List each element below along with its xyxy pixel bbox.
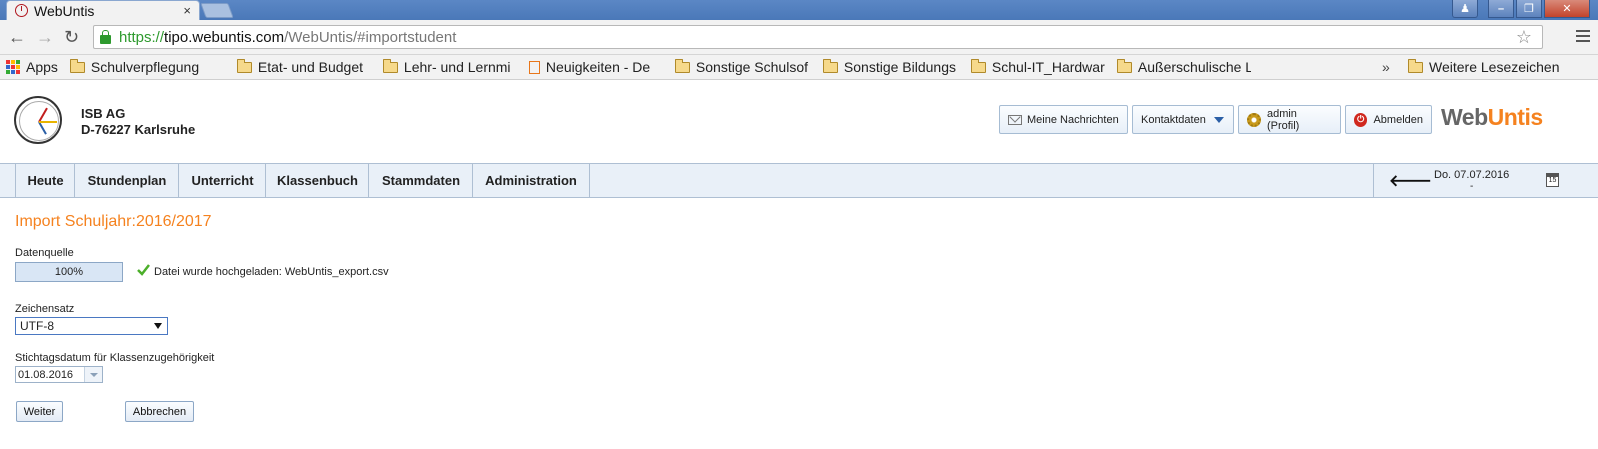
chevron-down-icon xyxy=(1213,116,1224,123)
back-arrow-icon[interactable]: ← xyxy=(8,28,26,46)
gear-icon xyxy=(1247,112,1261,127)
profile-button[interactable]: admin (Profil) xyxy=(1238,105,1341,134)
mail-icon xyxy=(1008,114,1022,125)
menu-item-stammdaten[interactable]: Stammdaten xyxy=(368,164,473,197)
bookmark-folder[interactable]: Sonstige Bildungs xyxy=(822,59,959,75)
bookmark-label: Schul-IT_Hardwar xyxy=(991,59,1105,75)
current-date-sub: - xyxy=(1470,181,1474,192)
url-scheme: https:// xyxy=(119,28,165,46)
bookmark-label: Außerschulische L xyxy=(1137,59,1251,75)
folder-icon xyxy=(1408,58,1423,73)
source-label: Datenquelle xyxy=(15,247,74,259)
new-tab-button[interactable] xyxy=(200,3,234,18)
url-path: /WebUntis/#importstudent xyxy=(284,28,457,46)
bookmark-folder[interactable]: Sonstige Schulsof xyxy=(674,59,811,75)
browser-titlebar: WebUntis × ♟ – ❐ ✕ xyxy=(0,0,1598,20)
lock-icon xyxy=(100,29,111,44)
reference-date-input[interactable]: 01.08.2016 xyxy=(15,366,103,383)
chevron-down-icon xyxy=(154,323,162,329)
reference-date-value: 01.08.2016 xyxy=(18,368,74,381)
main-menu-bar: Heute Stundenplan Unterricht Klassenbuch… xyxy=(0,163,1598,198)
progress-text: 100% xyxy=(54,266,84,278)
bookmarks-bar: Apps Schulverpflegung Etat- und Budget L… xyxy=(0,55,1598,80)
bookmark-folder[interactable]: Außerschulische L xyxy=(1116,59,1251,75)
forward-arrow-icon[interactable]: → xyxy=(36,28,54,46)
clock-favicon-icon xyxy=(15,4,28,17)
maximize-button[interactable]: ❐ xyxy=(1516,0,1542,18)
apps-icon xyxy=(6,60,20,74)
school-name: ISB AG xyxy=(81,106,126,121)
bookmark-page[interactable]: Neuigkeiten - De xyxy=(528,59,663,75)
folder-icon xyxy=(382,59,398,73)
menu-item-heute[interactable]: Heute xyxy=(15,164,75,197)
menu-item-stundenplan[interactable]: Stundenplan xyxy=(74,164,179,197)
contact-label: Kontaktdaten xyxy=(1141,113,1206,126)
bookmarks-overflow-chevron-icon[interactable]: » xyxy=(1382,59,1390,75)
tab-title: WebUntis xyxy=(34,2,95,19)
browser-menu-icon[interactable] xyxy=(1576,30,1590,45)
bookmark-label: Apps xyxy=(26,59,58,75)
school-city: D-76227 Karlsruhe xyxy=(81,122,196,137)
next-button[interactable]: Weiter xyxy=(16,401,63,422)
folder-icon xyxy=(69,59,85,73)
calendar-icon[interactable]: 15 xyxy=(1546,173,1559,187)
profile-label: admin (Profil) xyxy=(1266,107,1300,132)
menu-item-administration[interactable]: Administration xyxy=(472,164,590,197)
reference-date-label: Stichtagsdatum für Klassenzugehörigkeit xyxy=(15,352,215,364)
bookmark-label: Neuigkeiten - De xyxy=(545,59,651,75)
folder-icon xyxy=(674,59,690,73)
folder-icon xyxy=(236,59,252,73)
bookmark-other-folder[interactable]: Weitere Lesezeichen xyxy=(1408,58,1560,75)
school-clock-logo-icon xyxy=(14,96,62,144)
bookmark-folder[interactable]: Schulverpflegung xyxy=(69,59,225,75)
bookmark-label: Sonstige Bildungs xyxy=(843,59,956,75)
bookmark-folder[interactable]: Lehr- und Lernmi xyxy=(382,59,517,75)
address-bar[interactable]: https:// tipo.webuntis.com /WebUntis/#im… xyxy=(93,25,1543,49)
upload-status-message: Datei wurde hochgeladen: WebUntis_export… xyxy=(154,266,389,278)
folder-icon xyxy=(1116,59,1132,73)
bookmark-folder[interactable]: Schul-IT_Hardwar xyxy=(970,59,1105,75)
messages-label: Meine Nachrichten xyxy=(1027,113,1119,126)
minimize-button[interactable]: – xyxy=(1488,0,1514,18)
bookmark-label: Lehr- und Lernmi xyxy=(403,59,511,75)
webuntis-brand-logo: WebUntis xyxy=(1441,104,1543,130)
charset-select[interactable]: UTF-8 xyxy=(15,317,168,335)
bookmark-label: Weitere Lesezeichen xyxy=(1429,59,1560,75)
url-host: tipo.webuntis.com xyxy=(164,28,285,46)
menu-item-unterricht[interactable]: Unterricht xyxy=(178,164,266,197)
folder-icon xyxy=(970,59,986,73)
window-controls: ♟ – ❐ ✕ xyxy=(1452,0,1590,18)
bookmark-apps[interactable]: Apps xyxy=(6,59,58,75)
messages-button[interactable]: Meine Nachrichten xyxy=(999,105,1128,134)
contact-data-button[interactable]: Kontaktdaten xyxy=(1132,105,1234,134)
menu-item-klassenbuch[interactable]: Klassenbuch xyxy=(265,164,369,197)
bookmark-label: Schulverpflegung xyxy=(90,59,200,75)
date-navigator: 🡐 Do. 07.07.2016 - 15 xyxy=(1373,164,1598,197)
user-profile-icon[interactable]: ♟ xyxy=(1452,0,1478,18)
back-arrow-icon[interactable]: 🡐 xyxy=(1389,170,1432,191)
charset-value: UTF-8 xyxy=(20,319,54,333)
bookmark-star-icon[interactable]: ☆ xyxy=(1516,27,1532,48)
logout-label: Abmelden xyxy=(1373,113,1423,126)
logout-button[interactable]: ⏻ Abmelden xyxy=(1345,105,1432,134)
browser-tab[interactable]: WebUntis × xyxy=(6,0,200,20)
tab-close-icon[interactable]: × xyxy=(183,3,191,18)
browser-toolbar: ← → ↻ https:// tipo.webuntis.com /WebUnt… xyxy=(0,20,1598,55)
charset-label: Zeichensatz xyxy=(15,303,75,315)
bookmark-folder[interactable]: Etat- und Budget xyxy=(236,59,371,75)
bookmark-label: Etat- und Budget xyxy=(257,59,363,75)
cancel-button[interactable]: Abbrechen xyxy=(125,401,194,422)
reload-icon[interactable]: ↻ xyxy=(64,28,79,46)
folder-icon xyxy=(822,59,838,73)
close-window-button[interactable]: ✕ xyxy=(1544,0,1590,18)
current-date: Do. 07.07.2016 xyxy=(1434,169,1510,181)
date-dropdown-chevron-icon[interactable] xyxy=(84,367,102,382)
checkmark-icon xyxy=(137,264,150,276)
page-icon xyxy=(528,60,540,74)
page-title: Import Schuljahr:2016/2017 xyxy=(15,213,212,230)
bookmark-label: Sonstige Schulsof xyxy=(695,59,808,75)
power-icon: ⏻ xyxy=(1354,112,1368,127)
upload-progress-bar: 100% xyxy=(15,262,123,282)
